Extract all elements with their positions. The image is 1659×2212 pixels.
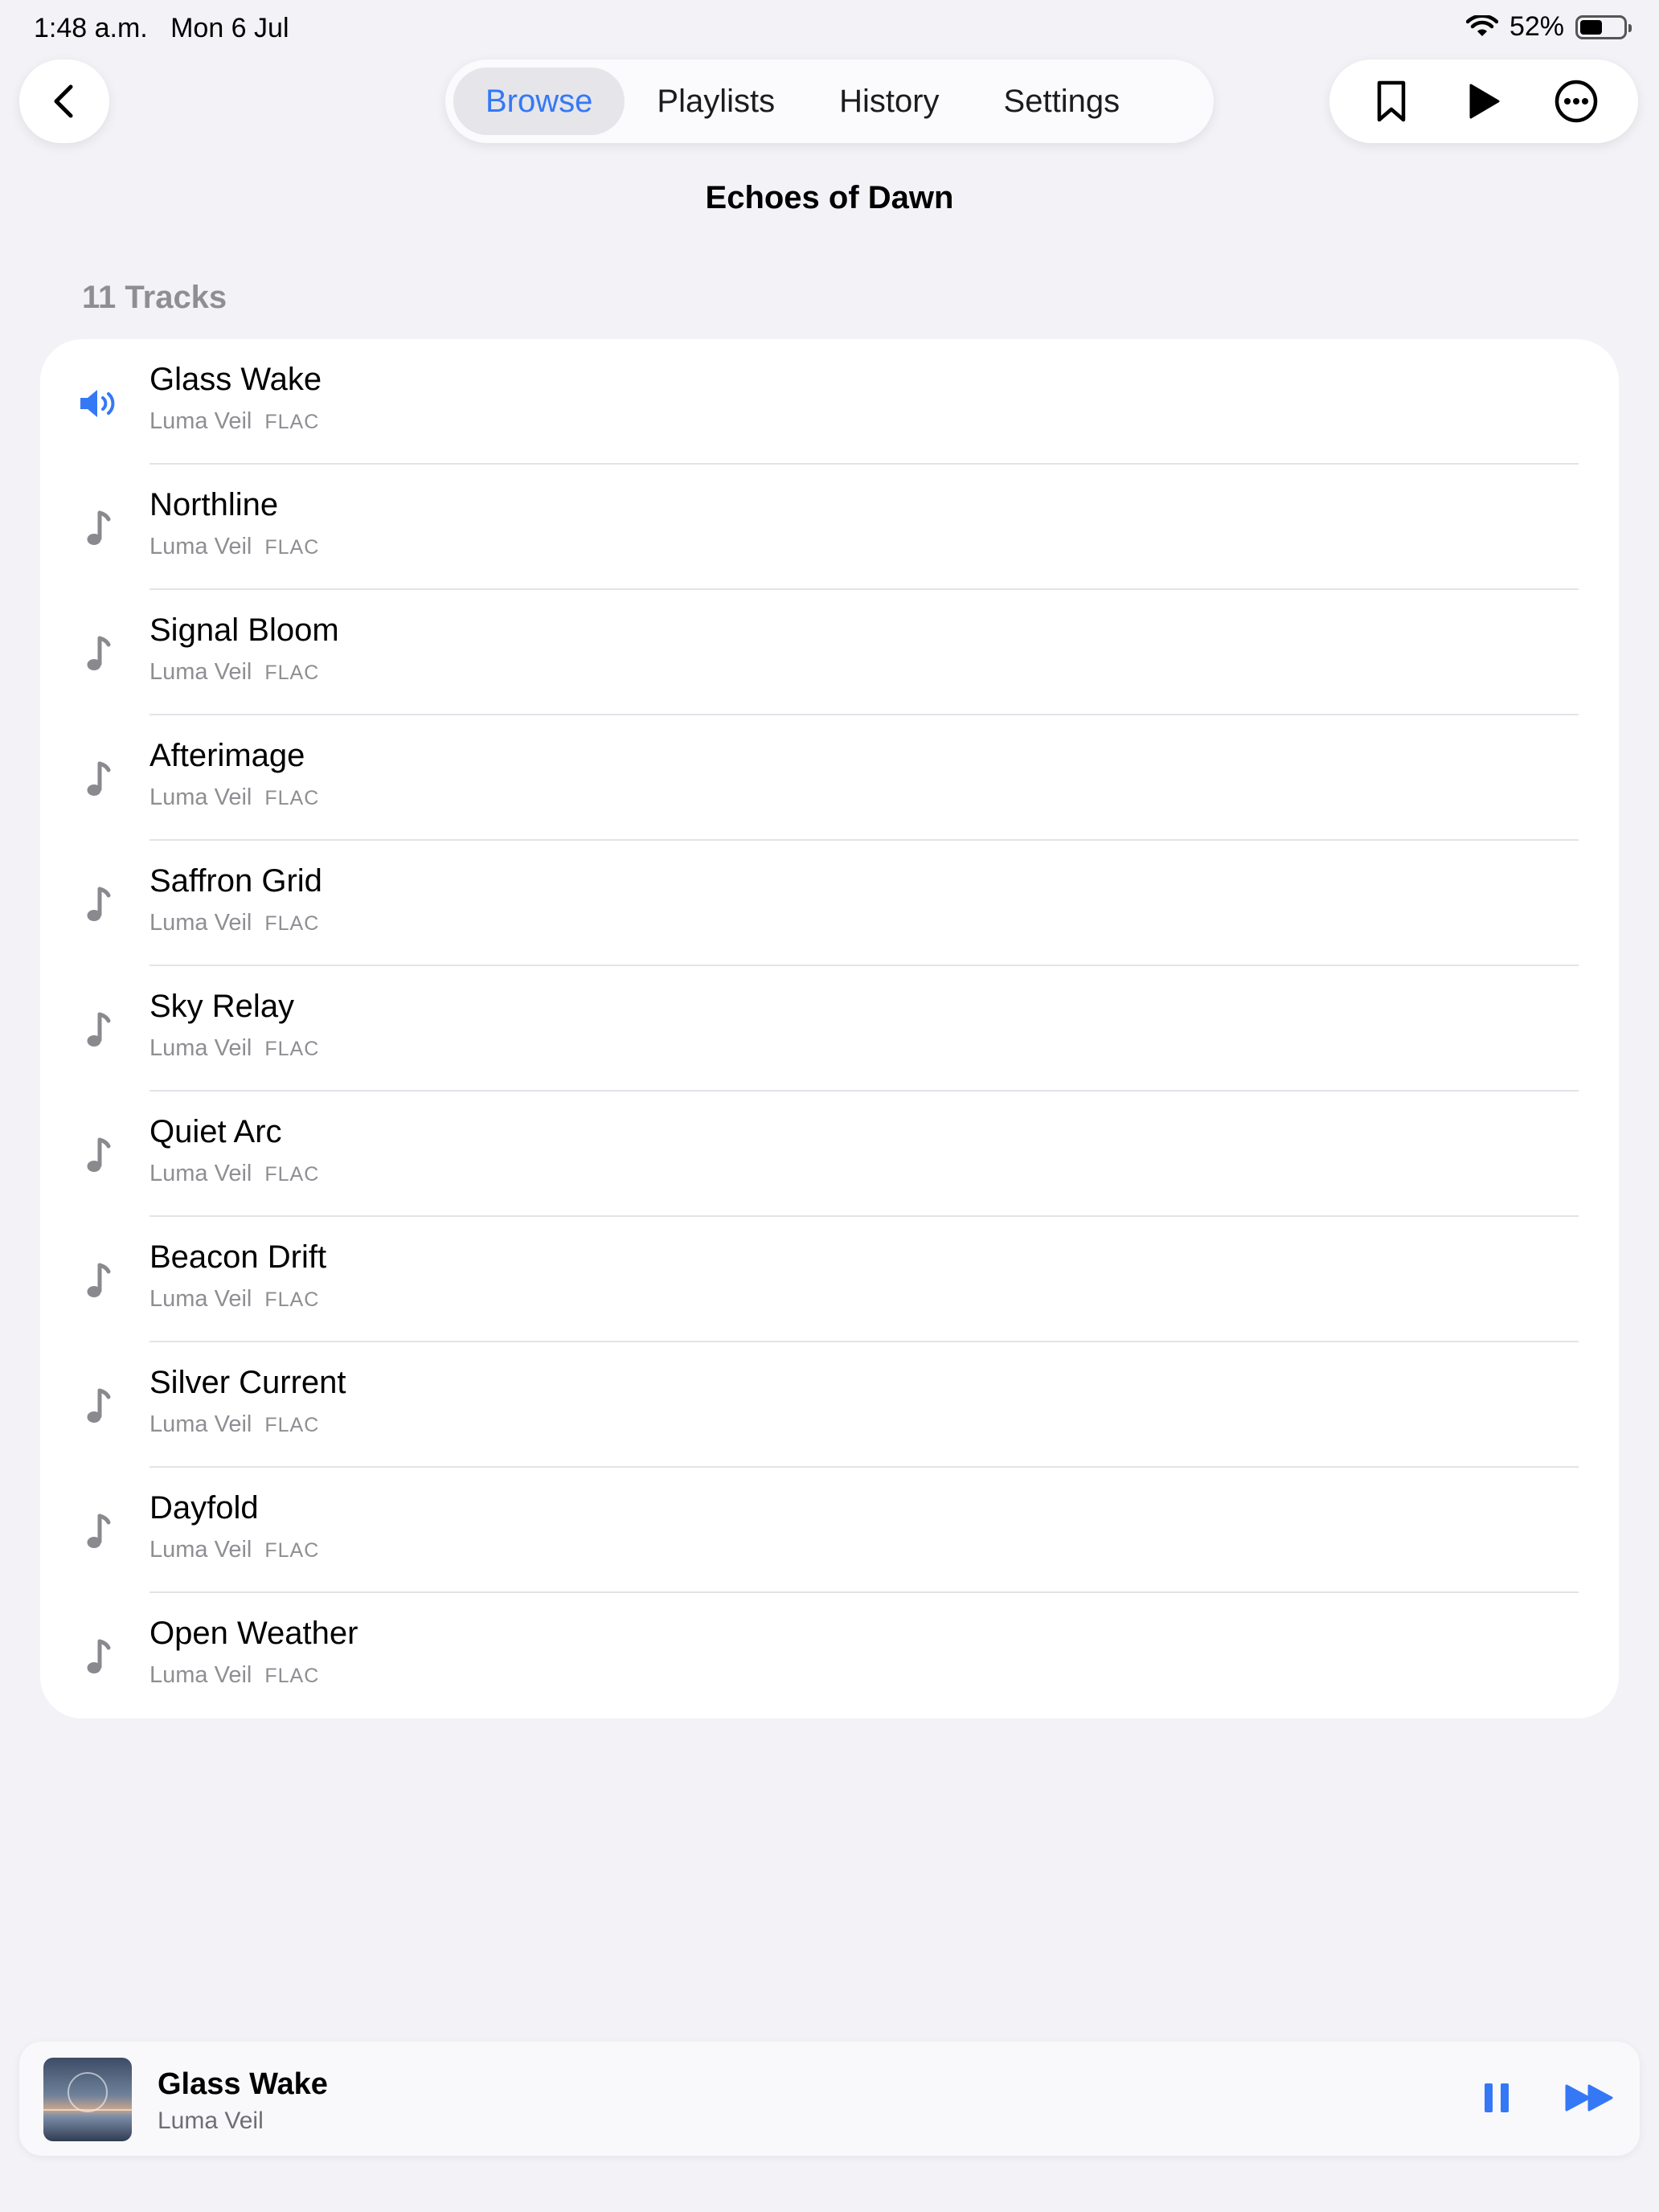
track-row[interactable]: Silver Current Luma Veil FLAC [40, 1342, 1619, 1468]
track-artist: Luma Veil [150, 408, 252, 434]
pause-icon [1485, 2083, 1509, 2112]
status-date-text: Mon 6 Jul [170, 13, 289, 43]
track-title: Afterimage [150, 738, 305, 773]
track-subtitle: Luma Veil FLAC [150, 910, 319, 936]
track-subtitle: Luma Veil FLAC [150, 1035, 319, 1062]
next-track-button[interactable] [1558, 2074, 1622, 2122]
track-row[interactable]: Northline Luma Veil FLAC [40, 465, 1619, 590]
track-title: Quiet Arc [150, 1114, 282, 1149]
page-title: Echoes of Dawn [705, 180, 954, 215]
music-note-icon [76, 881, 121, 929]
track-artist: Luma Veil [150, 1662, 252, 1688]
speaker-wave-icon [76, 379, 121, 428]
track-row[interactable]: Beacon Drift Luma Veil FLAC [40, 1217, 1619, 1342]
track-title: Saffron Grid [150, 863, 322, 899]
tab-history[interactable]: History [807, 68, 971, 135]
track-artist: Luma Veil [150, 1537, 252, 1563]
track-subtitle: Luma Veil FLAC [150, 1286, 319, 1313]
track-format-badge: FLAC [264, 1665, 320, 1687]
tab-bar: Browse Playlists History Settings [445, 59, 1214, 143]
battery-icon [1575, 14, 1632, 39]
track-subtitle: Luma Veil FLAC [150, 784, 319, 811]
track-artist: Luma Veil [150, 1035, 252, 1061]
play-icon [1469, 84, 1500, 119]
music-note-icon [76, 1382, 121, 1431]
album-artwork[interactable] [43, 2058, 132, 2141]
status-bar-time: 1:48 a.m. Mon 6 Jul [34, 13, 289, 44]
track-count-header: 11 Tracks [82, 280, 227, 315]
track-artist: Luma Veil [150, 1286, 252, 1312]
back-button[interactable] [19, 59, 109, 143]
more-button[interactable] [1544, 69, 1608, 133]
track-title: Glass Wake [150, 362, 322, 397]
mini-player-title: Glass Wake [158, 2067, 328, 2101]
track-format-badge: FLAC [264, 787, 320, 809]
track-row[interactable]: Signal Bloom Luma Veil FLAC [40, 590, 1619, 715]
track-format-badge: FLAC [264, 662, 320, 684]
track-row[interactable]: Sky Relay Luma Veil FLAC [40, 966, 1619, 1092]
toolbar-actions [1329, 59, 1638, 143]
mini-player-artist: Luma Veil [158, 2108, 264, 2134]
track-format-badge: FLAC [264, 1038, 320, 1060]
track-row[interactable]: Saffron Grid Luma Veil FLAC [40, 841, 1619, 966]
tab-playlists[interactable]: Playlists [625, 68, 807, 135]
music-note-icon [76, 1257, 121, 1305]
track-subtitle: Luma Veil FLAC [150, 1411, 319, 1438]
play-button[interactable] [1452, 69, 1516, 133]
status-bar-right: 52% [1465, 11, 1632, 43]
track-row[interactable]: Glass Wake Luma Veil FLAC [40, 339, 1619, 465]
track-title: Dayfold [150, 1490, 259, 1526]
track-row[interactable]: Afterimage Luma Veil FLAC [40, 715, 1619, 841]
music-note-icon [76, 505, 121, 553]
track-title: Open Weather [150, 1616, 358, 1651]
track-format-badge: FLAC [264, 536, 320, 559]
tab-browse[interactable]: Browse [453, 68, 625, 135]
pause-button[interactable] [1473, 2074, 1521, 2122]
music-note-icon [76, 630, 121, 678]
music-note-icon [76, 1633, 121, 1682]
track-artist: Luma Veil [150, 910, 252, 936]
track-artist: Luma Veil [150, 659, 252, 685]
track-format-badge: FLAC [264, 1163, 320, 1186]
track-title: Signal Bloom [150, 612, 339, 648]
music-note-icon [76, 1132, 121, 1180]
tab-settings[interactable]: Settings [972, 68, 1153, 135]
track-format-badge: FLAC [264, 912, 320, 935]
track-row[interactable]: Open Weather Luma Veil FLAC [40, 1593, 1619, 1718]
track-row[interactable]: Dayfold Luma Veil FLAC [40, 1468, 1619, 1593]
forward-icon [1565, 2084, 1613, 2112]
track-artist: Luma Veil [150, 534, 252, 559]
track-artist: Luma Veil [150, 1161, 252, 1186]
track-format-badge: FLAC [264, 411, 320, 433]
battery-level [1580, 19, 1603, 35]
bookmark-icon [1378, 80, 1406, 122]
track-title: Northline [150, 487, 279, 522]
music-note-icon [76, 756, 121, 804]
track-title: Beacon Drift [150, 1239, 327, 1275]
mini-player[interactable]: Glass Wake Luma Veil [19, 2042, 1640, 2156]
track-format-badge: FLAC [264, 1539, 320, 1562]
track-artist: Luma Veil [150, 784, 252, 810]
track-row[interactable]: Quiet Arc Luma Veil FLAC [40, 1092, 1619, 1217]
track-subtitle: Luma Veil FLAC [150, 1537, 319, 1563]
track-subtitle: Luma Veil FLAC [150, 1161, 319, 1187]
track-artist: Luma Veil [150, 1411, 252, 1437]
track-subtitle: Luma Veil FLAC [150, 408, 319, 435]
music-note-icon [76, 1508, 121, 1556]
bookmark-button[interactable] [1359, 69, 1423, 133]
track-subtitle: Luma Veil FLAC [150, 659, 319, 686]
battery-percent: 52% [1509, 11, 1564, 42]
status-time-text: 1:48 a.m. [34, 13, 148, 43]
track-title: Silver Current [150, 1365, 346, 1400]
track-format-badge: FLAC [264, 1414, 320, 1436]
track-title: Sky Relay [150, 989, 295, 1024]
track-subtitle: Luma Veil FLAC [150, 1662, 319, 1689]
music-note-icon [76, 1006, 121, 1055]
ellipsis-circle-icon [1555, 80, 1597, 123]
wifi-icon [1465, 14, 1498, 36]
chevron-left-icon [54, 84, 73, 118]
track-list: Glass Wake Luma Veil FLAC Northline Luma Vei… [40, 339, 1619, 1718]
track-subtitle: Luma Veil FLAC [150, 534, 319, 560]
track-format-badge: FLAC [264, 1288, 320, 1311]
